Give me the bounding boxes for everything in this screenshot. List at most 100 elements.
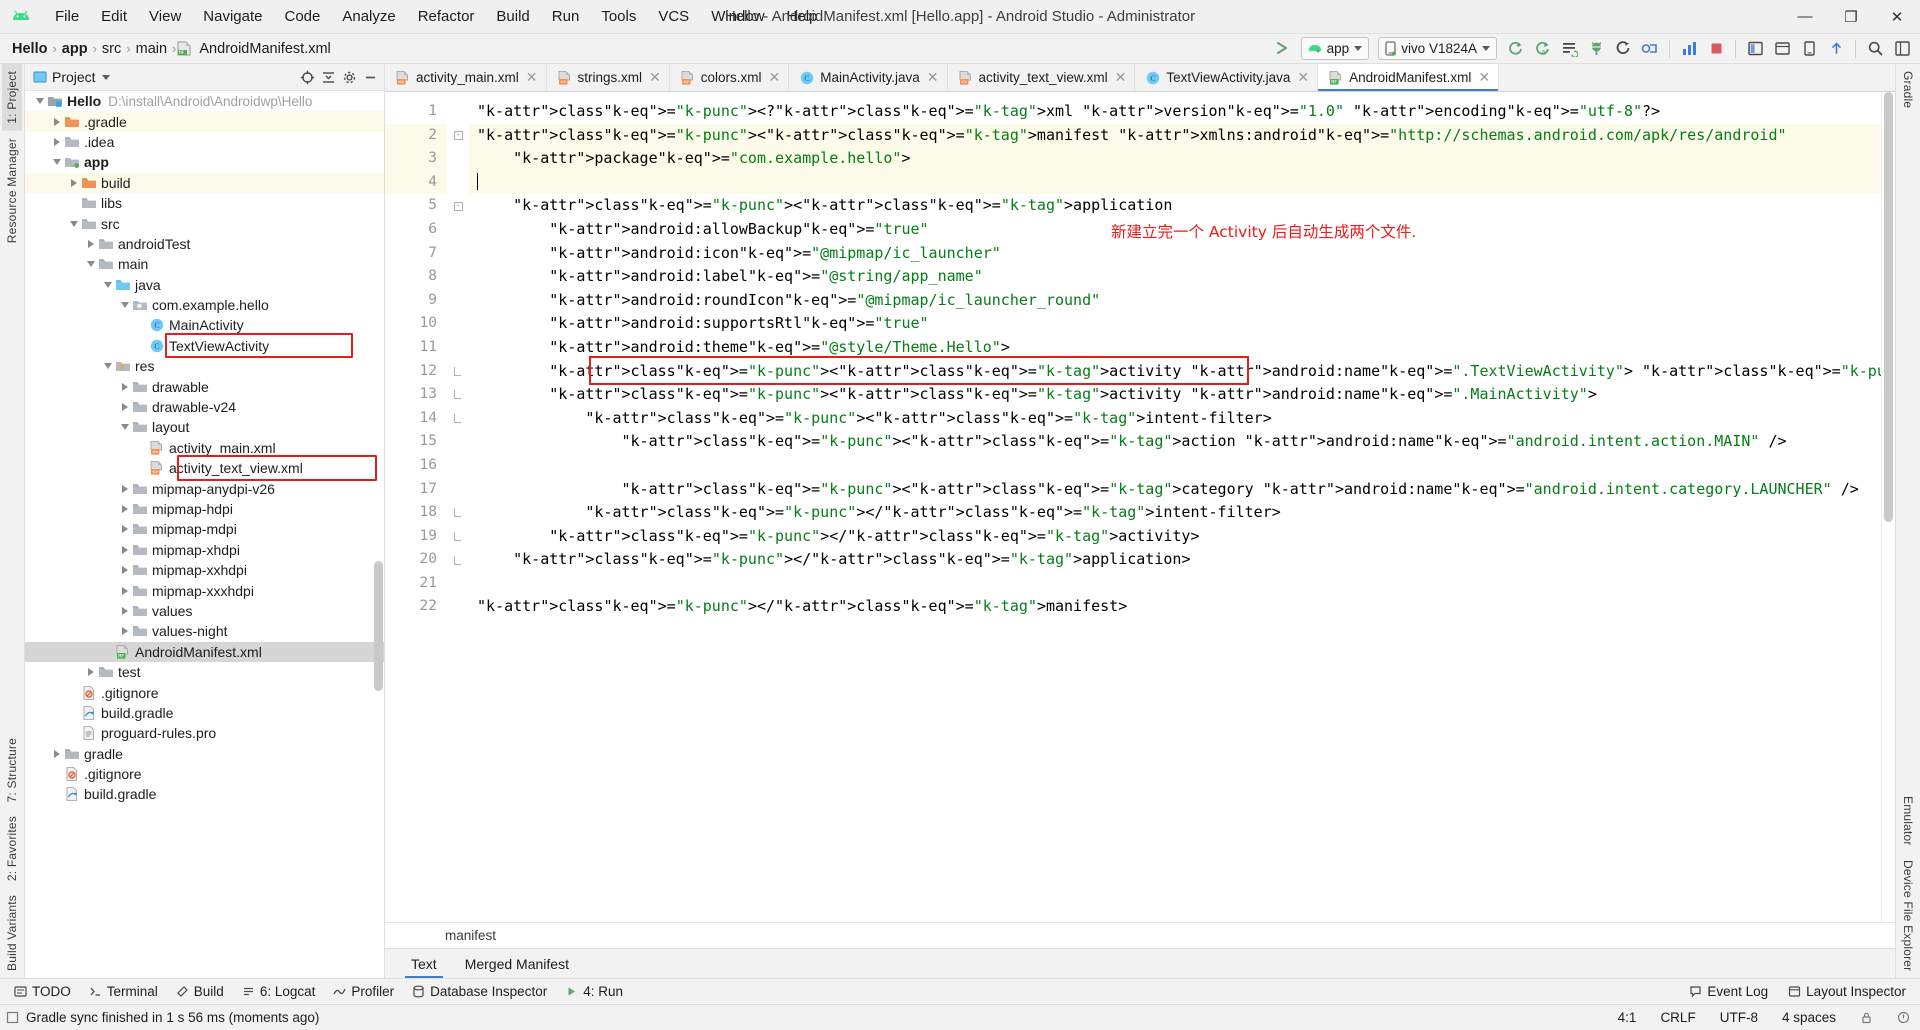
fold-bracket-icon[interactable] (453, 508, 461, 518)
tree-node[interactable]: <> activity_text_view.xml (25, 458, 384, 478)
tree-node[interactable]: java (25, 275, 384, 295)
tree-twisty-right[interactable] (84, 666, 97, 679)
code-line[interactable]: "k-attr">android:label"k-eq">="@string/a… (469, 265, 1881, 289)
tree-node[interactable]: app (25, 152, 384, 172)
tree-node[interactable]: build (25, 172, 384, 193)
minimize-button[interactable]: — (1782, 0, 1828, 34)
tree-twisty-none[interactable] (135, 339, 148, 352)
code-line[interactable]: "k-attr">class"k-eq">="k-punc"><"k-attr"… (469, 407, 1881, 431)
tool-tab-gradle[interactable]: Gradle (1898, 64, 1918, 115)
menu-file[interactable]: File (44, 5, 90, 28)
tree-twisty-down[interactable] (118, 421, 131, 434)
tree-node[interactable]: mipmap-xxhdpi (25, 560, 384, 580)
fold-bracket-icon[interactable] (453, 414, 461, 424)
code-line[interactable]: "k-attr">class"k-eq">="k-punc"></"k-attr… (469, 525, 1881, 549)
tool-tab-structure[interactable]: 7: Structure (2, 731, 22, 809)
tool-tab-favorites[interactable]: 2: Favorites (2, 809, 22, 888)
tree-twisty-down[interactable] (33, 95, 46, 108)
project-structure-icon[interactable] (1890, 37, 1914, 61)
settings-icon[interactable] (339, 67, 359, 87)
code-line[interactable]: "k-attr">class"k-eq">="k-punc"><"k-attr"… (469, 360, 1881, 384)
tree-node[interactable]: mipmap-xxxhdpi (25, 580, 384, 600)
code-content[interactable]: "k-attr">class"k-eq">="k-punc"><?"k-attr… (469, 92, 1881, 922)
hide-panel-icon[interactable] (360, 67, 380, 87)
close-icon[interactable]: ✕ (526, 69, 538, 86)
menu-vcs[interactable]: VCS (647, 5, 700, 28)
inspection-icon[interactable] (1893, 1009, 1914, 1026)
caret-position[interactable]: 4:1 (1614, 1008, 1641, 1027)
tool-button-database-inspector[interactable]: Database Inspector (404, 982, 555, 1001)
code-editor[interactable]: 1 2 3 4 5 6 7 8 9 10 11 12 13 14 15 16 17 18 19 20 21 22 -- "… (385, 92, 1895, 922)
tree-twisty-down[interactable] (101, 278, 114, 291)
sdk-manager-icon[interactable] (1611, 37, 1635, 61)
editor-tab[interactable]: <> colors.xml ✕ (669, 64, 790, 91)
profiler-icon[interactable] (1677, 37, 1701, 61)
code-line[interactable] (469, 454, 1881, 478)
tree-twisty-none[interactable] (135, 462, 148, 475)
search-everywhere-icon[interactable] (1863, 37, 1887, 61)
code-line[interactable]: "k-attr">class"k-eq">="k-punc"><"k-attr"… (469, 383, 1881, 407)
menu-run[interactable]: Run (541, 5, 591, 28)
code-line[interactable]: "k-attr">class"k-eq">="k-punc"><"k-attr"… (469, 430, 1881, 454)
tab-text[interactable]: Text (397, 949, 451, 978)
tree-node[interactable]: res (25, 356, 384, 376)
close-icon[interactable]: ✕ (649, 69, 661, 86)
menu-refactor[interactable]: Refactor (407, 5, 486, 28)
tree-node[interactable]: mipmap-anydpi-v26 (25, 478, 384, 498)
tool-tab-project[interactable]: 1: Project (2, 64, 22, 131)
collapse-target-icon[interactable] (297, 67, 317, 87)
tree-node[interactable]: <> activity_main.xml (25, 438, 384, 458)
editor-scrollbar[interactable] (1884, 92, 1893, 522)
menu-analyze[interactable]: Analyze (331, 5, 406, 28)
breadcrumb-main[interactable]: main (132, 41, 171, 57)
fold-bracket-icon[interactable] (453, 366, 461, 376)
tab-merged-manifest[interactable]: Merged Manifest (451, 949, 583, 978)
tree-twisty-right[interactable] (118, 625, 131, 638)
run-app-icon[interactable] (1503, 37, 1527, 61)
menu-navigate[interactable]: Navigate (192, 5, 273, 28)
tree-node[interactable]: .idea (25, 132, 384, 152)
tree-node[interactable]: .gitignore (25, 682, 384, 702)
tree-node[interactable]: Hello D:\install\Android\Androidwp\Hello (25, 91, 384, 111)
code-line[interactable]: "k-attr">android:theme"k-eq">="@style/Th… (469, 336, 1881, 360)
tree-twisty-right[interactable] (118, 482, 131, 495)
tree-twisty-right[interactable] (118, 584, 131, 597)
tree-node[interactable]: .gradle (25, 111, 384, 132)
code-line[interactable]: "k-attr">class"k-eq">="k-punc"><"k-attr"… (469, 194, 1881, 218)
tree-twisty-right[interactable] (67, 176, 80, 189)
tree-node[interactable]: .gitignore (25, 764, 384, 784)
menu-build[interactable]: Build (485, 5, 540, 28)
tree-twisty-right[interactable] (118, 543, 131, 556)
tree-twisty-down[interactable] (101, 360, 114, 373)
tree-twisty-none[interactable] (50, 788, 63, 801)
maximize-button[interactable]: ❐ (1828, 0, 1874, 34)
apply-changes-icon[interactable] (1557, 37, 1581, 61)
lock-icon[interactable] (1856, 1009, 1877, 1026)
fold-toggle-icon[interactable]: - (453, 201, 463, 211)
tool-button-event-log[interactable]: Event Log (1681, 982, 1776, 1001)
tree-twisty-none[interactable] (135, 441, 148, 454)
tree-twisty-none[interactable] (67, 197, 80, 210)
tree-twisty-right[interactable] (118, 380, 131, 393)
code-line[interactable]: "k-attr">android:icon"k-eq">="@mipmap/ic… (469, 242, 1881, 266)
menu-view[interactable]: View (138, 5, 192, 28)
file-encoding[interactable]: UTF-8 (1716, 1008, 1762, 1027)
line-separator[interactable]: CRLF (1656, 1008, 1699, 1027)
tree-node[interactable]: build.gradle (25, 703, 384, 723)
menu-code[interactable]: Code (273, 5, 331, 28)
tool-button-profiler[interactable]: Profiler (325, 982, 402, 1001)
collapse-all-icon[interactable] (318, 67, 338, 87)
fold-toggle-icon[interactable]: - (453, 130, 463, 140)
close-icon[interactable]: ✕ (927, 69, 939, 86)
code-line[interactable] (469, 170, 1881, 195)
tree-node[interactable]: values (25, 601, 384, 621)
code-line[interactable]: "k-attr">package"k-eq">="com.example.hel… (469, 147, 1881, 171)
code-line[interactable]: "k-attr">android:roundIcon"k-eq">="@mipm… (469, 289, 1881, 313)
fold-bracket-icon[interactable] (453, 555, 461, 565)
tree-twisty-none[interactable] (50, 768, 63, 781)
tree-twisty-none[interactable] (135, 319, 148, 332)
menu-edit[interactable]: Edit (90, 5, 138, 28)
tool-button-terminal[interactable]: Terminal (81, 982, 166, 1001)
tree-node[interactable]: layout (25, 417, 384, 437)
code-line[interactable]: "k-attr">class"k-eq">="k-punc"></"k-attr… (469, 595, 1881, 619)
